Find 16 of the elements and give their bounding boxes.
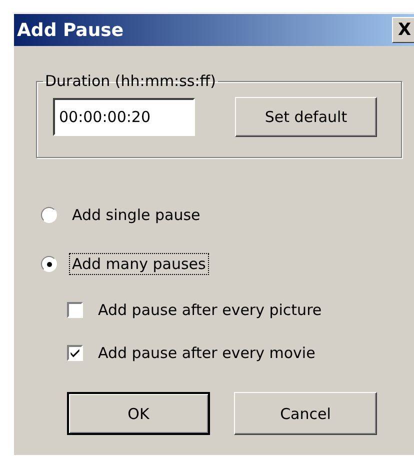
duration-field[interactable]: 00:00:00:20 [53,98,195,136]
radio-button[interactable] [41,256,57,272]
checkbox[interactable] [67,302,83,318]
radio-label[interactable]: Add single pause [69,204,204,226]
ok-button[interactable]: OK [67,392,210,435]
close-button[interactable]: X [392,17,414,43]
checkbox-label[interactable]: Add pause after every movie [95,342,318,364]
check-icon [69,346,81,360]
window-title: Add Pause [17,20,124,40]
checkbox[interactable] [67,345,83,361]
group-label: Duration (hh:mm:ss:ff) [44,72,217,90]
radio-label[interactable]: Add many pauses [69,253,209,275]
radio-button[interactable] [41,207,57,223]
cancel-button[interactable]: Cancel [234,392,377,435]
checkbox-label[interactable]: Add pause after every picture [95,299,325,321]
set-default-button[interactable]: Set default [235,97,377,137]
